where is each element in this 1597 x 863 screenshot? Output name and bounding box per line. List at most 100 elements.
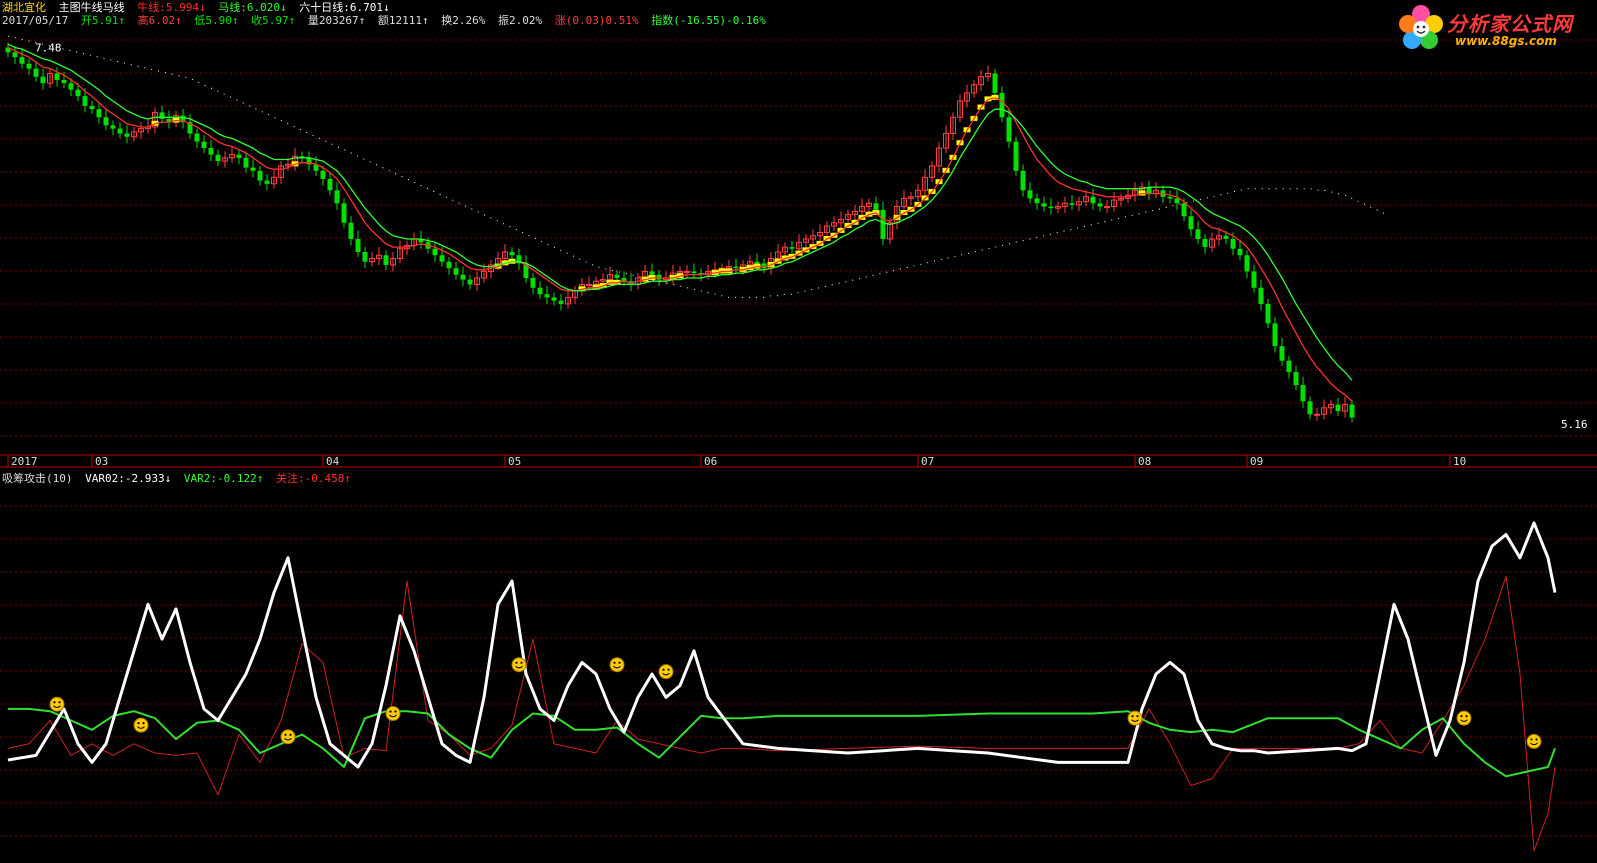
x-tick-label: 05 <box>508 455 521 468</box>
sixty-line-value: 六十日线:6.701↓ <box>299 1 390 14</box>
smiley-marker-icon <box>1127 710 1143 726</box>
candle-body <box>320 170 326 179</box>
var02-value: VAR02:-2.933↓ <box>85 472 172 485</box>
candle-body <box>243 157 249 168</box>
candle-body <box>530 277 536 288</box>
candle-body <box>348 222 354 239</box>
smiley-marker-icon <box>385 706 401 722</box>
candle-body <box>551 297 557 301</box>
candle-body <box>1034 198 1040 204</box>
smiley-eye <box>53 701 56 704</box>
candle-body <box>19 57 25 64</box>
candle-body <box>194 133 200 142</box>
candle-body <box>992 73 998 93</box>
smiley-marker-icon <box>1526 733 1542 749</box>
candle-body <box>264 180 270 184</box>
candle-body <box>1069 203 1075 205</box>
price-annotation: 5.16 <box>1561 418 1588 431</box>
smiley-marker-icon <box>658 664 674 680</box>
x-tick-label: 2017 <box>11 455 38 468</box>
candle-body <box>453 268 459 275</box>
candle-body <box>1300 385 1306 402</box>
candle-body <box>1286 360 1292 373</box>
quote-turnover: 换2.26% <box>441 14 486 27</box>
x-tick-label: 10 <box>1453 455 1466 468</box>
candle-body <box>201 141 207 149</box>
candle-body <box>544 294 550 298</box>
candle-body <box>327 178 333 191</box>
candle-body <box>880 209 886 239</box>
candle-body <box>1188 216 1194 230</box>
x-tick-label: 06 <box>704 455 717 468</box>
candle-body <box>789 247 795 249</box>
candle-body <box>873 203 879 210</box>
quote-index: 指数(-16.55)-0.16% <box>651 14 766 27</box>
candle-body <box>1258 287 1264 304</box>
candle-body <box>12 52 18 58</box>
candle-body <box>362 251 368 262</box>
smiley-marker-icon <box>280 729 296 745</box>
candle-body <box>96 109 102 118</box>
quote-change: 涨(0.03)0.51% <box>554 14 639 27</box>
logo-brand: 分析家公式网 <box>1447 12 1573 36</box>
smiley-eye <box>1136 715 1139 718</box>
x-tick-label: 04 <box>326 455 340 468</box>
smiley-eye <box>1131 715 1134 718</box>
smiley-eye <box>58 701 61 704</box>
x-tick-label: 03 <box>95 455 108 468</box>
smiley-eye <box>662 668 665 671</box>
candle-body <box>558 300 564 304</box>
smiley-marker-icon <box>49 696 65 712</box>
smiley-eye <box>613 661 616 664</box>
quote-date: 2017/05/17 <box>2 14 69 27</box>
candle-body <box>446 261 452 269</box>
chart-canvas[interactable]: 7.48 5.16 2017 03 04 05 06 07 08 09 10 <box>0 0 1597 863</box>
candle-body <box>75 89 81 97</box>
price-annotation: 7.48 <box>35 41 62 54</box>
candle-body <box>691 271 697 274</box>
candle-body <box>1251 271 1257 288</box>
candle-body <box>999 92 1005 118</box>
indicator-title[interactable]: 吸筹攻击(10) <box>2 472 73 485</box>
candle-body <box>467 279 473 285</box>
candle-body <box>1104 206 1110 209</box>
ma-line-value: 马线:6.020↓ <box>218 1 287 14</box>
x-tick-label: 07 <box>921 455 934 468</box>
candle-body <box>82 96 88 106</box>
flower-logo-icon <box>1399 5 1443 49</box>
candle-body <box>1307 401 1313 415</box>
x-tick-label: 09 <box>1250 455 1263 468</box>
candle-body <box>124 133 130 137</box>
candle-body <box>1174 198 1180 204</box>
candle-body <box>1181 203 1187 217</box>
candle-body <box>1027 190 1033 199</box>
niu-line-value: 牛线:5.994↓ <box>137 1 206 14</box>
guanzhu-value: 关注:-0.458↑ <box>275 472 351 485</box>
candle-body <box>355 239 361 252</box>
smiley-eye <box>667 668 670 671</box>
quote-amplitude: 振2.02% <box>497 14 543 27</box>
candle-body <box>257 170 263 181</box>
smiley-eye <box>1460 715 1463 718</box>
var2-line <box>8 707 1556 778</box>
ma-line <box>7 43 1353 381</box>
template-name: 主图牛线马线 <box>58 1 125 14</box>
quote-bar: 2017/05/17 开5.91↑ 高6.02↑ 低5.90↑ 收5.97↑ 量… <box>2 14 772 27</box>
candle-body <box>432 248 438 256</box>
candle-body <box>1237 248 1243 256</box>
stock-name[interactable]: 湖北宜化 <box>2 1 46 14</box>
smiley-marker-icon <box>609 657 625 673</box>
candle-body <box>61 79 67 84</box>
candle-body <box>68 83 74 90</box>
site-logo: 分析家公式网 www.88gs.com <box>1397 4 1587 52</box>
candle-body <box>439 255 445 262</box>
quote-close: 收5.97↑ <box>251 14 296 27</box>
candle-body <box>1335 404 1341 412</box>
smiley-eye <box>1535 738 1538 741</box>
smiley-eye <box>618 661 621 664</box>
candle-body <box>1195 229 1201 239</box>
candle-body <box>1314 413 1320 416</box>
candle-body <box>649 271 655 275</box>
candle-body <box>1265 303 1271 324</box>
candle-body <box>509 251 515 256</box>
